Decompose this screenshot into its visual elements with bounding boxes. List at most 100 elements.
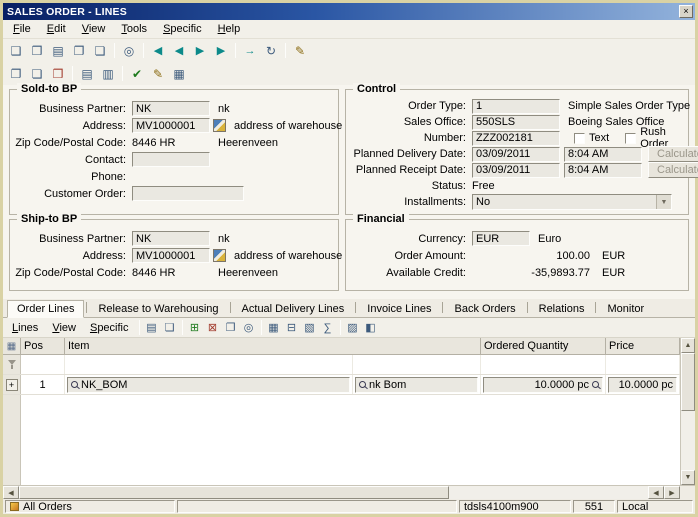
- filter-icon[interactable]: [8, 360, 16, 369]
- installments-combo[interactable]: No ▼: [472, 194, 672, 210]
- address-field[interactable]: MV1000001: [132, 118, 210, 133]
- text-editor-icon[interactable]: ✎: [148, 64, 168, 83]
- horizontal-scroll-track[interactable]: [449, 486, 648, 499]
- print-preview-icon[interactable]: ❐: [69, 41, 89, 60]
- planned-delivery-time-field[interactable]: 8:04 AM: [564, 147, 642, 162]
- planned-receipt-date-field[interactable]: 03/09/2011: [472, 163, 560, 178]
- sales-office-field[interactable]: 550SLS: [472, 115, 560, 130]
- refresh-icon[interactable]: ↻: [261, 41, 281, 60]
- collapse-icon[interactable]: ⊟: [283, 319, 301, 336]
- menu-tools[interactable]: Tools: [113, 21, 155, 37]
- grid-horizontal-scrollbar[interactable]: ◀ ◀ ▶: [3, 485, 695, 499]
- save-icon[interactable]: ❑: [6, 41, 26, 60]
- page-left-icon[interactable]: ◀: [648, 486, 664, 499]
- planned-receipt-time-field[interactable]: 8:04 AM: [564, 163, 642, 178]
- sum-icon[interactable]: ∑: [319, 319, 337, 336]
- order-number-field[interactable]: ZZZ002181: [472, 131, 560, 146]
- duplicate-line-icon[interactable]: ❐: [222, 319, 240, 336]
- text-checkbox[interactable]: [574, 133, 585, 144]
- ship-address-field[interactable]: MV1000001: [132, 248, 210, 263]
- print-order-icon[interactable]: ▤: [77, 64, 97, 83]
- scroll-up-icon[interactable]: ▲: [681, 338, 695, 353]
- grid-corner-icon[interactable]: ▦: [3, 338, 21, 354]
- price-field[interactable]: 10.0000 pc: [608, 377, 677, 393]
- tab-release-to-warehousing[interactable]: Release to Warehousing: [89, 301, 227, 317]
- filter-cell-price[interactable]: [606, 355, 680, 374]
- duplicate-icon[interactable]: ❐: [6, 64, 26, 83]
- save-and-new-icon[interactable]: ❒: [27, 41, 47, 60]
- close-icon[interactable]: ×: [679, 5, 693, 18]
- next-record-icon[interactable]: ▶: [190, 41, 210, 60]
- vertical-scroll-thumb[interactable]: [681, 353, 695, 411]
- details-icon[interactable]: ▨: [344, 319, 362, 336]
- chevron-down-icon[interactable]: ▼: [656, 195, 671, 209]
- customer-order-field[interactable]: [132, 186, 244, 201]
- new-line-icon[interactable]: ⊞: [186, 319, 204, 336]
- expand-row-button[interactable]: +: [6, 379, 18, 391]
- item-description-field[interactable]: nk Bom: [355, 377, 478, 393]
- ship-address-zoom-icon[interactable]: [213, 249, 226, 262]
- find-line-icon[interactable]: ◎: [240, 319, 258, 336]
- contact-field[interactable]: [132, 152, 210, 167]
- prev-record-icon[interactable]: ◀: [169, 41, 189, 60]
- first-record-icon[interactable]: ◀: [148, 41, 168, 60]
- tab-actual-delivery-lines[interactable]: Actual Delivery Lines: [233, 301, 354, 317]
- table-icon[interactable]: ▦: [265, 319, 283, 336]
- report-icon[interactable]: ▦: [169, 64, 189, 83]
- print-document-icon[interactable]: ▥: [98, 64, 118, 83]
- tab-order-lines[interactable]: Order Lines: [7, 300, 84, 318]
- menu-file[interactable]: File: [5, 21, 39, 37]
- tab-monitor[interactable]: Monitor: [598, 301, 653, 317]
- menu-specific[interactable]: Specific: [155, 21, 210, 37]
- column-header-price[interactable]: Price: [606, 338, 680, 354]
- filter-cell-quantity[interactable]: [481, 355, 606, 374]
- order-line-row[interactable]: + 1 NK_BOM nk Bom 10.: [3, 375, 680, 395]
- rush-order-checkbox[interactable]: [625, 133, 636, 144]
- menu-lines-specific[interactable]: Specific: [83, 320, 136, 336]
- menu-lines-view[interactable]: View: [45, 320, 83, 336]
- address-zoom-icon[interactable]: [213, 119, 226, 132]
- planned-delivery-date-field[interactable]: 03/09/2011: [472, 147, 560, 162]
- filter-cell-item[interactable]: [65, 355, 353, 374]
- ordered-quantity-field[interactable]: 10.0000 pc: [483, 377, 603, 393]
- description-zoom-icon[interactable]: [359, 381, 366, 388]
- copy-order-icon[interactable]: ❏: [27, 64, 47, 83]
- filter-cell-pos[interactable]: [21, 355, 65, 374]
- currency-field[interactable]: EUR: [472, 231, 530, 246]
- view-filter-cell[interactable]: All Orders: [5, 500, 175, 513]
- tab-relations[interactable]: Relations: [530, 301, 594, 317]
- last-record-icon[interactable]: ▶: [211, 41, 231, 60]
- print-icon[interactable]: ▤: [48, 41, 68, 60]
- document-icon[interactable]: ❏: [161, 319, 179, 336]
- tab-invoice-lines[interactable]: Invoice Lines: [358, 301, 440, 317]
- vertical-scroll-track[interactable]: [681, 411, 695, 470]
- tab-back-orders[interactable]: Back Orders: [445, 301, 524, 317]
- menu-help[interactable]: Help: [210, 21, 249, 37]
- menu-lines[interactable]: Lines: [5, 320, 45, 336]
- filter-settings-icon[interactable]: ◧: [362, 319, 380, 336]
- calculate-delivery-button[interactable]: Calculate: [648, 146, 698, 162]
- approve-icon[interactable]: ✔: [127, 64, 147, 83]
- page-right-icon[interactable]: ▶: [664, 486, 680, 499]
- find-icon[interactable]: ◎: [119, 41, 139, 60]
- column-header-pos[interactable]: Pos: [21, 338, 65, 354]
- print-lines-icon[interactable]: ▤: [143, 319, 161, 336]
- item-zoom-icon[interactable]: [71, 381, 78, 388]
- menu-view[interactable]: View: [74, 21, 114, 37]
- order-type-field[interactable]: 1: [472, 99, 560, 114]
- horizontal-scroll-thumb[interactable]: [19, 486, 449, 499]
- filter-cell-description[interactable]: [353, 355, 481, 374]
- copy-icon[interactable]: ❏: [90, 41, 110, 60]
- chart-icon[interactable]: ▧: [301, 319, 319, 336]
- scroll-down-icon[interactable]: ▼: [681, 470, 695, 485]
- column-header-ordered-quantity[interactable]: Ordered Quantity: [481, 338, 606, 354]
- goto-icon[interactable]: →: [240, 41, 260, 60]
- pos-cell[interactable]: 1: [21, 375, 65, 394]
- menu-edit[interactable]: Edit: [39, 21, 74, 37]
- scroll-left-icon[interactable]: ◀: [3, 486, 19, 499]
- ship-business-partner-field[interactable]: NK: [132, 231, 210, 246]
- column-header-item[interactable]: Item: [65, 338, 481, 354]
- item-field[interactable]: NK_BOM: [67, 377, 350, 393]
- template-icon[interactable]: ❒: [48, 64, 68, 83]
- grid-vertical-scrollbar[interactable]: ▲ ▼: [680, 338, 695, 485]
